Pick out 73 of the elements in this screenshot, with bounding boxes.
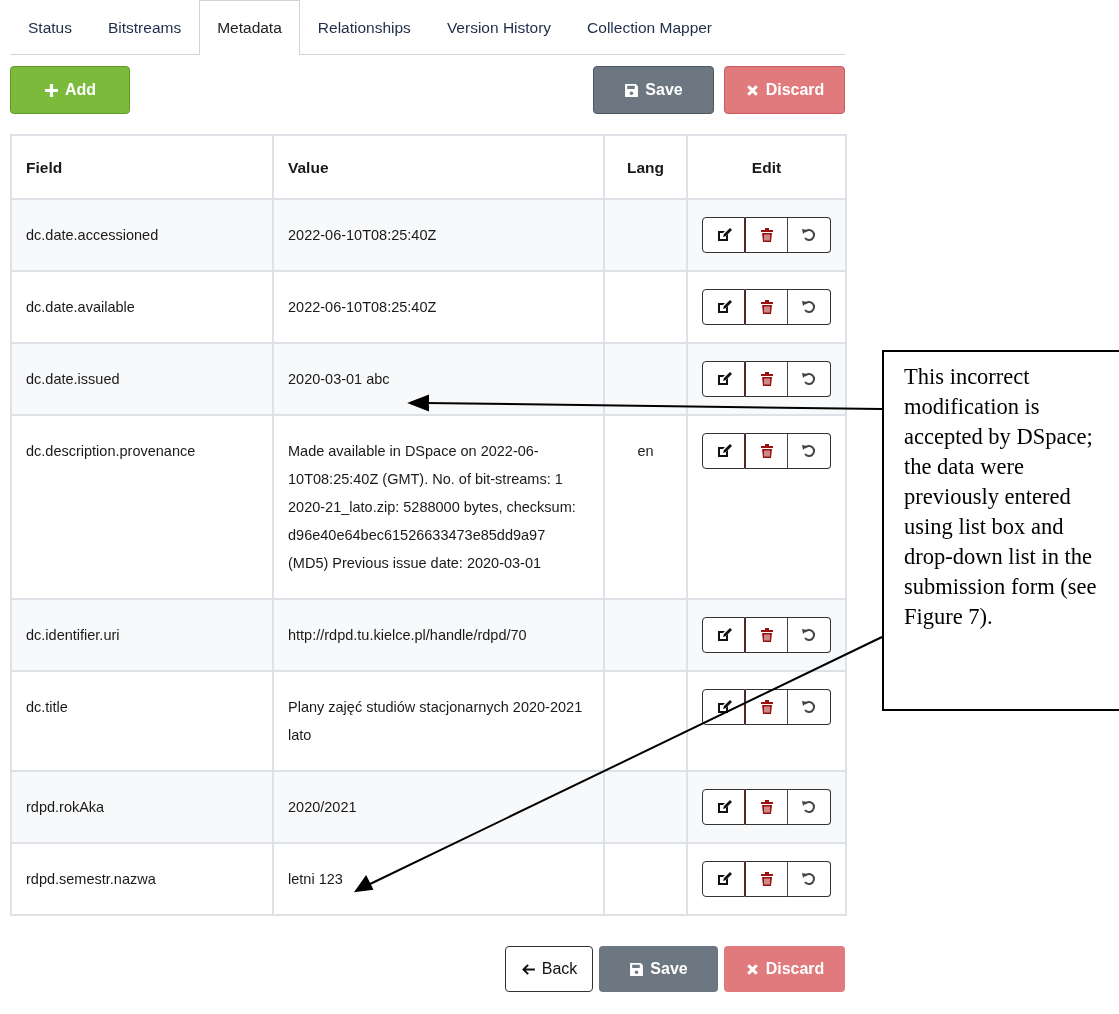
undo-icon (801, 627, 817, 643)
table-cell: 2020-03-01 abc (273, 343, 604, 415)
tab[interactable]: Bitstreams (89, 0, 200, 55)
column-header: Field (11, 135, 273, 199)
trash-icon (758, 227, 775, 243)
table-cell: dc.date.accessioned (11, 199, 273, 271)
edit-icon (715, 443, 732, 459)
undo-button[interactable] (788, 289, 831, 325)
delete-button[interactable] (745, 861, 788, 897)
delete-button[interactable] (745, 433, 788, 469)
edit-button[interactable] (702, 789, 745, 825)
trash-icon (758, 627, 775, 643)
trash-icon (758, 699, 775, 715)
edit-button[interactable] (702, 433, 745, 469)
edit-icon (715, 799, 732, 815)
table-cell: http://rdpd.tu.kielce.pl/handle/rdpd/70 (273, 599, 604, 671)
arrow-left-icon (520, 961, 536, 977)
edit-icon (715, 227, 732, 243)
delete-button[interactable] (745, 617, 788, 653)
trash-icon (758, 299, 775, 315)
trash-icon (758, 871, 775, 887)
undo-icon (801, 799, 817, 815)
undo-icon (801, 371, 817, 387)
undo-button[interactable] (788, 789, 831, 825)
edit-button[interactable] (702, 217, 745, 253)
table-cell: 2020/2021 (273, 771, 604, 843)
undo-button[interactable] (788, 861, 831, 897)
undo-button[interactable] (788, 361, 831, 397)
undo-icon (801, 227, 817, 243)
undo-icon (801, 299, 817, 315)
delete-button[interactable] (745, 361, 788, 397)
table-cell: rdpd.rokAka (11, 771, 273, 843)
undo-icon (801, 871, 817, 887)
undo-button[interactable] (788, 433, 831, 469)
plus-icon (43, 82, 59, 98)
close-icon (744, 82, 760, 98)
delete-button[interactable] (745, 289, 788, 325)
tab[interactable]: Relationships (299, 0, 429, 55)
edit-button[interactable] (702, 361, 745, 397)
table-cell: rdpd.semestr.nazwa (11, 843, 273, 915)
tab[interactable]: Collection Mapper (569, 0, 731, 55)
annotation-callout: This incorrect modification is accepted by DSpace; the data were previously entered using list box and drop-down list in the submission form (see Figure 7). (882, 350, 1119, 711)
tab[interactable]: Metadata (199, 0, 300, 55)
edit-button[interactable] (702, 861, 745, 897)
tab[interactable]: Version History (428, 0, 570, 55)
edit-button[interactable] (702, 689, 745, 725)
edit-icon (715, 299, 732, 315)
delete-button[interactable] (745, 789, 788, 825)
edit-icon (715, 371, 732, 387)
edit-icon (715, 699, 732, 715)
save-button[interactable]: Save (593, 66, 714, 114)
edit-icon (715, 627, 732, 643)
trash-icon (758, 371, 775, 387)
trash-icon (758, 799, 775, 815)
trash-icon (758, 443, 775, 459)
undo-button[interactable] (788, 617, 831, 653)
undo-button[interactable] (788, 217, 831, 253)
delete-button[interactable] (745, 217, 788, 253)
edit-icon (715, 871, 732, 887)
undo-icon (801, 699, 817, 715)
column-header: Value (273, 135, 604, 199)
back-button[interactable]: Back (505, 946, 593, 992)
table-cell: 2022-06-10T08:25:40Z (273, 199, 604, 271)
undo-icon (801, 443, 817, 459)
save-button[interactable]: Save (599, 946, 718, 992)
edit-button[interactable] (702, 617, 745, 653)
table-cell: dc.date.issued (11, 343, 273, 415)
tab[interactable]: Status (10, 0, 90, 55)
undo-button[interactable] (788, 689, 831, 725)
table-cell: dc.identifier.uri (11, 599, 273, 671)
delete-button[interactable] (745, 689, 788, 725)
close-icon (744, 961, 760, 977)
edit-button[interactable] (702, 289, 745, 325)
